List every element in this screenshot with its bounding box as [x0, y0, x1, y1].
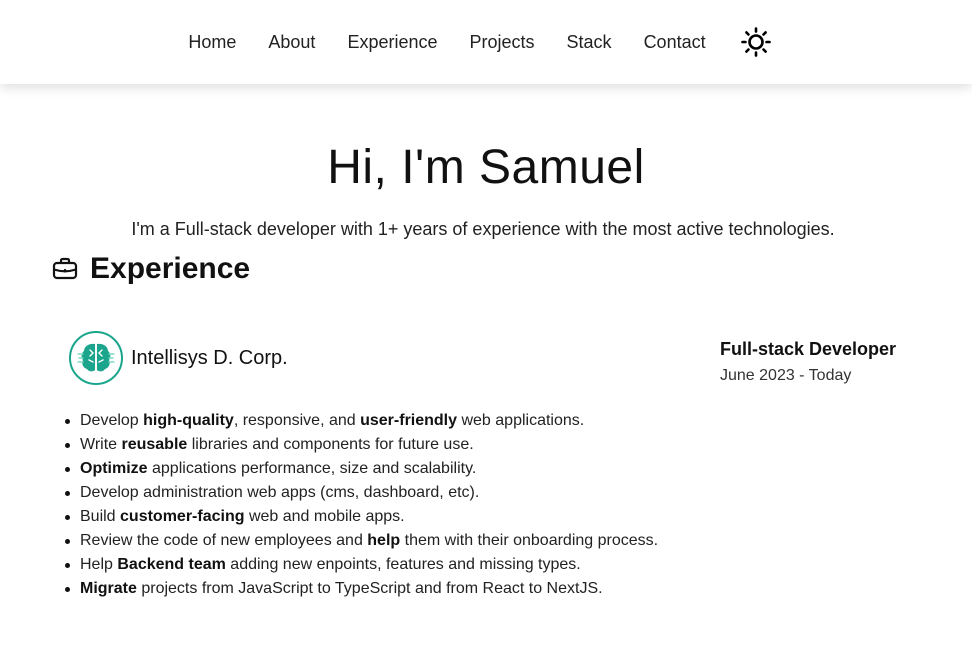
nav-link-projects[interactable]: Projects — [470, 32, 535, 53]
duty-text: web applications. — [457, 412, 585, 429]
hero-subtitle: I'm a Full-stack developer with 1+ years… — [131, 219, 835, 239]
job-duties-list: Develop high-quality, responsive, and us… — [65, 409, 840, 601]
duty-text: Develop administration web apps (cms, da… — [80, 484, 480, 501]
duty-emphasis: Backend team — [117, 556, 226, 573]
duty-emphasis: customer-facing — [120, 508, 245, 525]
duty-item: Migrate projects from JavaScript to Type… — [65, 577, 840, 601]
duty-text: projects from JavaScript to TypeScript a… — [136, 580, 603, 597]
theme-toggle-button[interactable] — [740, 26, 772, 58]
briefcase-icon — [52, 257, 78, 280]
duty-text: , responsive, and — [233, 412, 361, 429]
duty-item: Write reusable libraries and components … — [65, 433, 840, 457]
experience-heading: Experience — [52, 252, 250, 286]
duty-text: applications performance, size and scala… — [147, 460, 477, 477]
nav-link-stack[interactable]: Stack — [567, 32, 612, 53]
sun-icon — [740, 27, 771, 57]
job-title: Full-stack Developer — [720, 339, 897, 359]
duty-text: Review the code of new employees and — [80, 532, 368, 549]
duty-text: Write — [80, 436, 122, 453]
duty-text: them with their onboarding process. — [400, 532, 659, 549]
duty-text: Build — [80, 508, 121, 525]
duty-text: Help — [80, 556, 118, 573]
brain-icon — [77, 343, 115, 372]
duty-text: web and mobile apps. — [244, 508, 405, 525]
nav-link-about[interactable]: About — [268, 32, 315, 53]
job-role-block: Full-stack Developer June 2023 - Today — [720, 339, 896, 385]
duty-item: Optimize applications performance, size … — [65, 457, 840, 481]
duty-emphasis: reusable — [121, 436, 188, 453]
duty-emphasis: user-friendly — [360, 412, 458, 429]
duty-text: adding new enpoints, features and missin… — [225, 556, 581, 573]
duty-text: libraries and components for future use. — [187, 436, 474, 453]
duty-item: Help Backend team adding new enpoints, f… — [65, 553, 840, 577]
duty-emphasis: Migrate — [80, 580, 137, 597]
job-dates: June 2023 - Today — [720, 367, 852, 384]
company-logo — [69, 331, 123, 385]
company-name: Intellisys D. Corp. — [131, 346, 288, 369]
top-navbar: Home About Experience Projects Stack Con… — [0, 0, 972, 84]
section-title: Experience — [90, 252, 251, 285]
duty-emphasis: high-quality — [143, 412, 234, 429]
duty-emphasis: Optimize — [80, 460, 148, 477]
hero-title: Hi, I'm Samuel — [327, 141, 645, 194]
duty-item: Build customer-facing web and mobile app… — [65, 505, 840, 529]
duty-item: Review the code of new employees and hel… — [65, 529, 840, 553]
nav-link-experience[interactable]: Experience — [347, 32, 437, 53]
nav-links: Home About Experience Projects Stack Con… — [188, 32, 705, 53]
company-header: Intellisys D. Corp. — [69, 331, 288, 385]
duty-text: Develop — [80, 412, 144, 429]
duty-item: Develop administration web apps (cms, da… — [65, 481, 840, 505]
duty-emphasis: help — [367, 532, 401, 549]
duty-item: Develop high-quality, responsive, and us… — [65, 409, 840, 433]
nav-link-contact[interactable]: Contact — [644, 32, 706, 53]
nav-link-home[interactable]: Home — [188, 32, 236, 53]
